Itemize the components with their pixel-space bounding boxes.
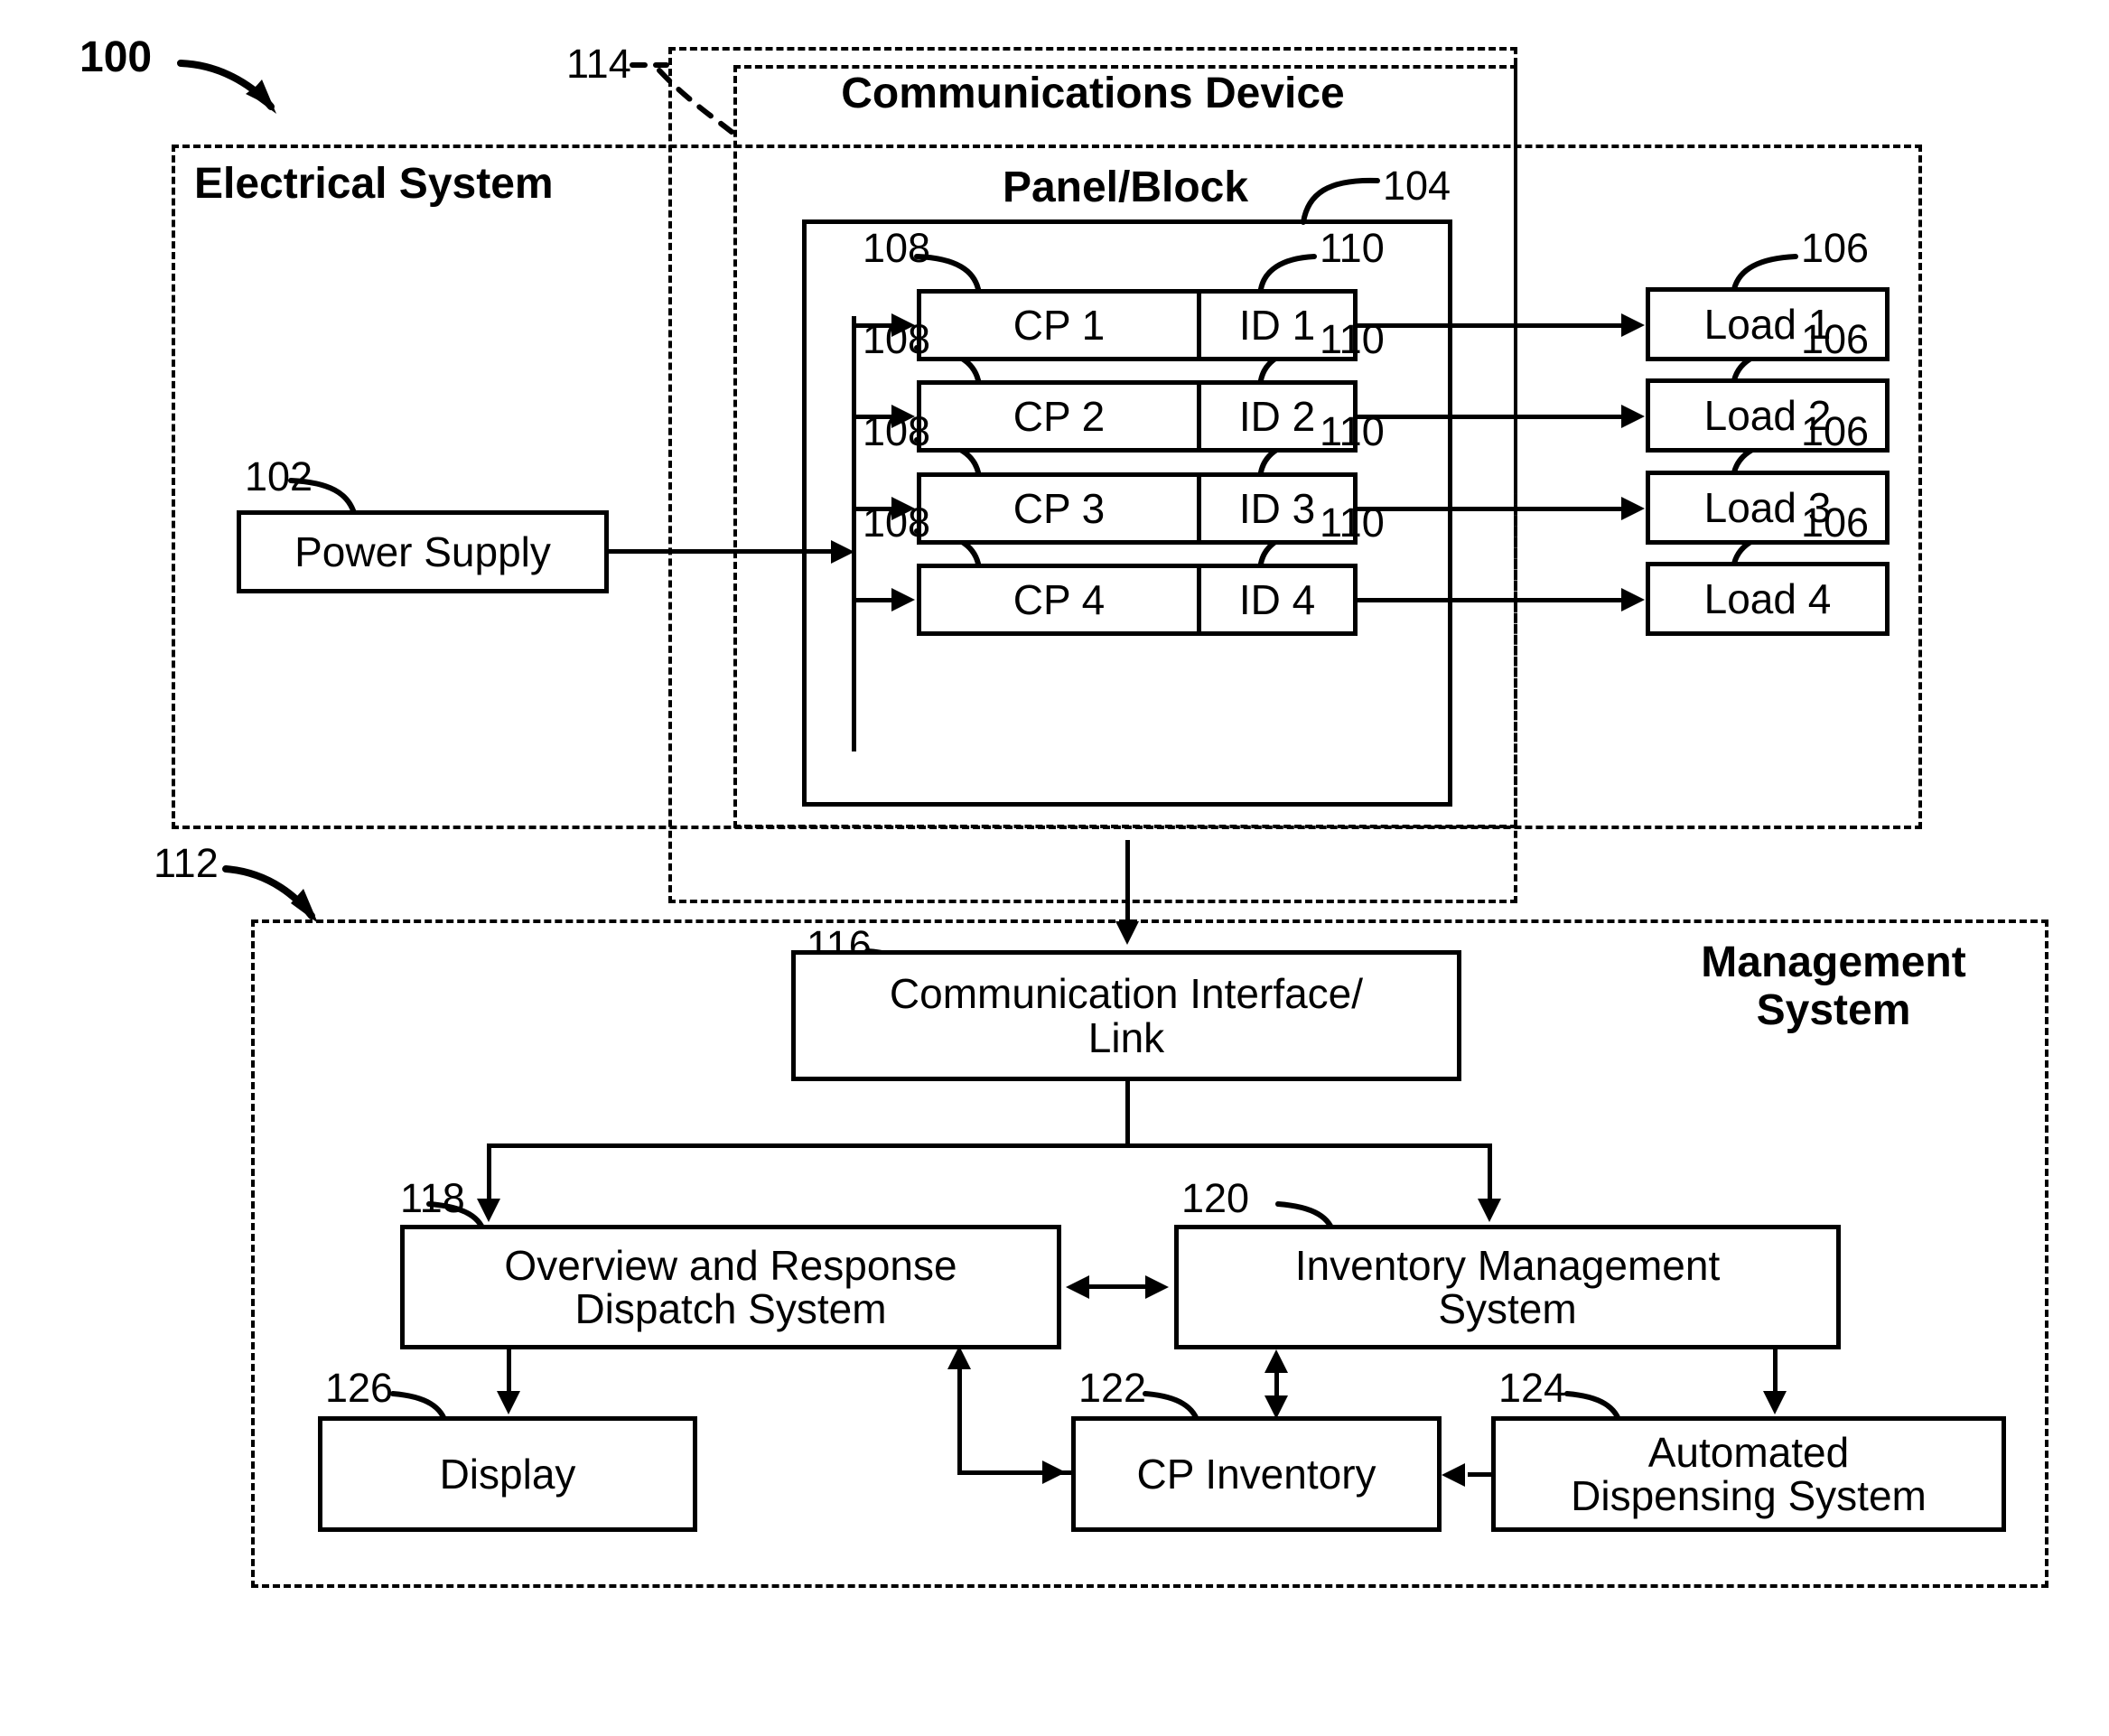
distribution-bus-vertical <box>852 316 856 751</box>
group-electrical-system-label: Electrical System <box>194 160 554 208</box>
communication-interface-label: Communication Interface/ Link <box>889 970 1364 1061</box>
load-4-box: Load 4 <box>1646 562 1890 636</box>
feed-arrowhead-cp4 <box>891 588 915 611</box>
inventory-cp-arrowhead-up <box>1264 1349 1288 1373</box>
overview-dispatch-box: Overview and Response Dispatch System <box>400 1225 1061 1349</box>
ref-126: 126 <box>325 1365 394 1411</box>
ref-106-load1: 106 <box>1801 225 1870 271</box>
dispatch-inventory-arrowhead-left <box>1066 1275 1089 1299</box>
interface-down-line <box>1125 1081 1130 1146</box>
inventory-cp-arrowhead-down <box>1264 1395 1288 1419</box>
ref-114: 114 <box>566 41 631 87</box>
ref-108-row1: 108 <box>863 225 931 271</box>
cp-inventory-label: CP Inventory <box>1136 1450 1376 1498</box>
out-arrowhead-load4 <box>1621 588 1645 611</box>
out-line-load2 <box>1358 415 1626 419</box>
group-management-system-label: Management System <box>1701 938 1966 1034</box>
ref-112: 112 <box>154 840 219 886</box>
figure-number: 100 <box>79 33 153 81</box>
dispatch-to-display-line <box>507 1349 511 1395</box>
ref-118: 118 <box>400 1175 465 1221</box>
cp-3-cell: CP 3 <box>921 477 1201 540</box>
out-line-load1 <box>1358 323 1626 328</box>
ref-106-load2: 106 <box>1801 316 1870 362</box>
ref-110-row3: 110 <box>1320 408 1385 454</box>
ref-110-row2: 110 <box>1320 316 1385 362</box>
out-arrowhead-load2 <box>1621 405 1645 428</box>
fanout-left-drop <box>487 1143 491 1207</box>
inventory-management-label: Inventory Management System <box>1294 1241 1721 1332</box>
id-4-cell: ID 4 <box>1238 576 1316 623</box>
ref-110-row4: 110 <box>1320 499 1385 546</box>
cp-1-cell: CP 1 <box>921 294 1201 357</box>
breaker-row-4: CP 4 ID 4 <box>917 564 1358 636</box>
inventory-to-dispensing-line <box>1773 1349 1778 1395</box>
distribution-bus-bottom <box>852 747 855 751</box>
comms-to-interface-line <box>1125 840 1130 930</box>
fig-112-arrowhead <box>291 889 318 923</box>
dispensing-to-cp-line <box>1468 1472 1495 1477</box>
automated-dispensing-label: Automated Dispensing System <box>1571 1428 1927 1519</box>
ref-108-row2: 108 <box>863 316 931 362</box>
fanout-right-arrowhead <box>1478 1199 1501 1222</box>
automated-dispensing-box: Automated Dispensing System <box>1491 1416 2006 1532</box>
breaker-row-2: CP 2 ID 2 <box>917 380 1358 453</box>
inventory-to-dispensing-arrowhead <box>1763 1391 1787 1414</box>
cp-inventory-box: CP Inventory <box>1071 1416 1442 1532</box>
out-arrowhead-load3 <box>1621 497 1645 520</box>
ref-124: 124 <box>1498 1365 1567 1411</box>
patent-figure: 100 Electrical System Communications Dev… <box>0 0 2109 1736</box>
out-line-load3 <box>1358 507 1626 511</box>
power-supply-label: Power Supply <box>294 527 551 575</box>
interface-fanout-bus <box>487 1143 1492 1148</box>
dispatch-inventory-arrowhead-right <box>1145 1275 1169 1299</box>
ref-106-load4: 106 <box>1801 499 1870 546</box>
ref-106-load3: 106 <box>1801 408 1870 454</box>
cp-to-dispatch-arrowhead-right <box>1042 1461 1066 1484</box>
fanout-left-arrowhead <box>477 1199 500 1222</box>
out-line-load4 <box>1358 598 1626 602</box>
cp-to-dispatch-arrowhead-up <box>947 1346 971 1369</box>
cp-4-cell: CP 4 <box>921 568 1201 631</box>
dispensing-to-cp-arrowhead <box>1442 1463 1465 1487</box>
breaker-row-3: CP 3 ID 3 <box>917 472 1358 545</box>
ref-122: 122 <box>1078 1365 1147 1411</box>
fig-100-arrowhead <box>246 83 271 107</box>
ref-110-row1: 110 <box>1320 225 1385 271</box>
display-box: Display <box>318 1416 697 1532</box>
communication-interface-box: Communication Interface/ Link <box>791 950 1461 1081</box>
ref-108-row3: 108 <box>863 408 931 454</box>
fanout-right-drop <box>1488 1143 1492 1207</box>
cp-2-cell: CP 2 <box>921 385 1201 448</box>
dispatch-to-display-arrowhead <box>497 1391 520 1414</box>
load-4-label: Load 4 <box>1703 574 1832 622</box>
overview-dispatch-label: Overview and Response Dispatch System <box>504 1241 957 1332</box>
ref-104: 104 <box>1383 163 1451 209</box>
power-supply-box: Power Supply <box>237 510 609 593</box>
ref-102: 102 <box>245 453 313 499</box>
inventory-management-box: Inventory Management System <box>1174 1225 1841 1349</box>
ref-120: 120 <box>1181 1175 1250 1221</box>
power-supply-feed-line <box>609 549 836 554</box>
breaker-row-1: CP 1 ID 1 <box>917 289 1358 361</box>
cp-to-dispatch-v <box>957 1364 962 1475</box>
display-label: Display <box>439 1450 576 1498</box>
comms-to-interface-arrowhead <box>1115 921 1139 945</box>
feed-line-cp4 <box>856 598 894 602</box>
out-arrowhead-load1 <box>1621 313 1645 337</box>
ref-108-row4: 108 <box>863 499 931 546</box>
